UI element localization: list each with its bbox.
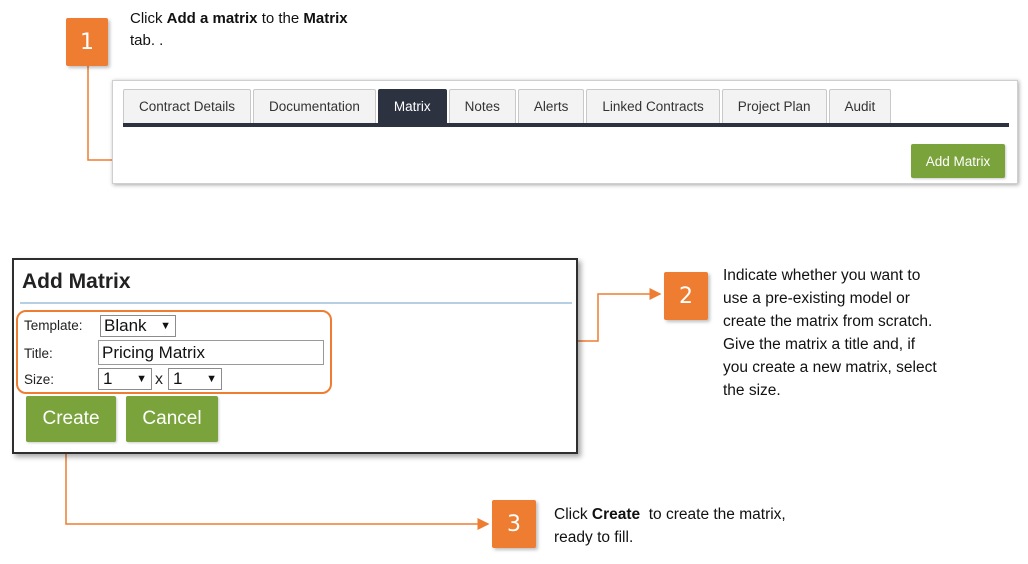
tab-alerts[interactable]: Alerts bbox=[517, 89, 585, 123]
tab-project-plan[interactable]: Project Plan bbox=[721, 89, 827, 123]
create-button[interactable]: Create bbox=[26, 396, 116, 442]
add-matrix-dialog: Add Matrix Template: Blank ▼ Title: Pric… bbox=[12, 258, 578, 454]
tab-matrix[interactable]: Matrix bbox=[377, 89, 447, 123]
step-1-instruction: Click Add a matrix to the Matrix tab. . bbox=[130, 10, 348, 49]
step-3-badge: 3 bbox=[492, 500, 536, 548]
cancel-button[interactable]: Cancel bbox=[126, 396, 218, 442]
tab-audit[interactable]: Audit bbox=[828, 89, 892, 123]
tab-underline bbox=[123, 123, 1009, 127]
tab-contract-details[interactable]: Contract Details bbox=[123, 89, 252, 123]
tab-documentation[interactable]: Documentation bbox=[253, 89, 376, 123]
tab-notes[interactable]: Notes bbox=[448, 89, 516, 123]
step-2-badge: 2 bbox=[664, 272, 708, 320]
add-matrix-button[interactable]: Add Matrix bbox=[911, 144, 1005, 178]
tab-linked-contracts[interactable]: Linked Contracts bbox=[586, 89, 720, 123]
dialog-separator bbox=[20, 302, 572, 304]
step-1-badge: 1 bbox=[66, 18, 108, 66]
form-highlight-box bbox=[16, 310, 332, 394]
step-3-instruction: Click Create to create the matrix, ready… bbox=[554, 506, 786, 546]
contract-tabs-screenshot: Contract Details Documentation Matrix No… bbox=[112, 80, 1018, 184]
dialog-title: Add Matrix bbox=[22, 270, 131, 293]
tab-bar: Contract Details Documentation Matrix No… bbox=[123, 89, 893, 125]
step-2-instruction: Indicate whether you want to use a pre-e… bbox=[723, 267, 937, 399]
